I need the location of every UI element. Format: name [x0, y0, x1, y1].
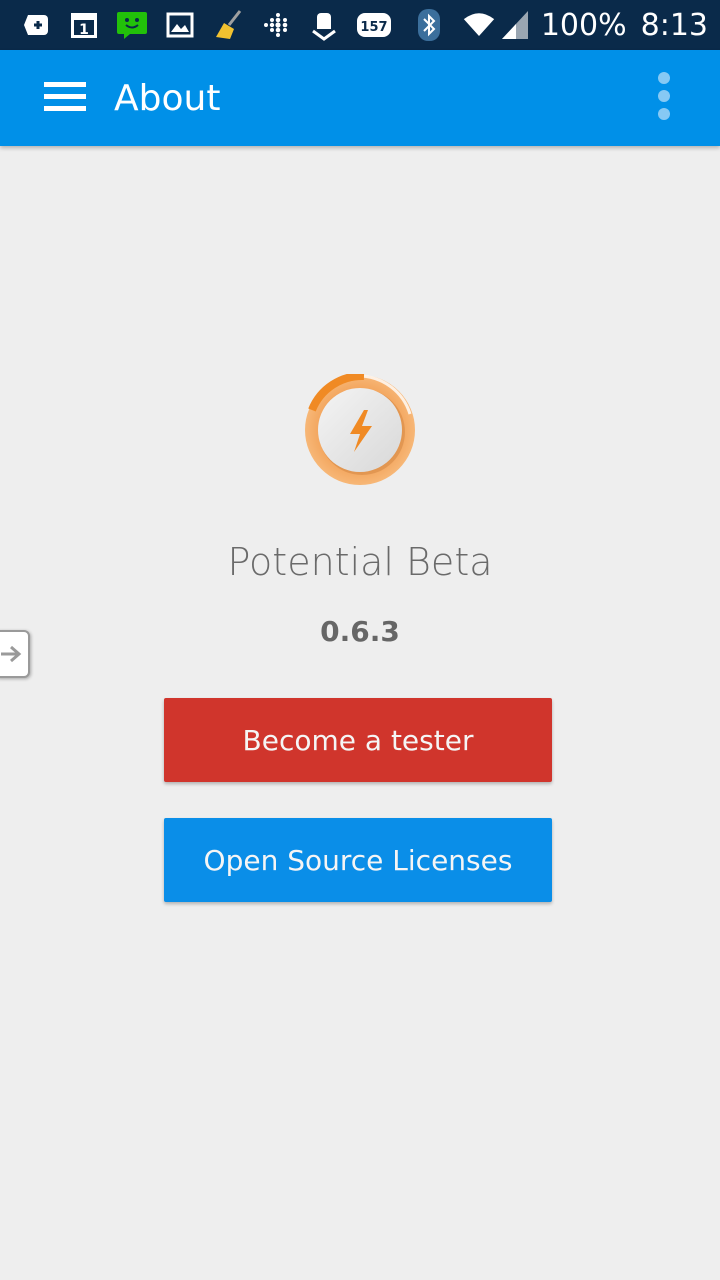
app-name: Potential Beta [227, 540, 493, 584]
become-tester-button[interactable]: Become a tester [164, 698, 552, 782]
more-options-icon[interactable] [652, 72, 676, 126]
notification-icons: 1 157 [20, 9, 408, 41]
bluetooth-icon [413, 9, 445, 41]
app-bar: About [0, 50, 720, 146]
battery-level: 100% [540, 7, 627, 43]
add-box-icon [20, 9, 52, 41]
menu-icon[interactable] [44, 82, 86, 114]
cleaner-icon [212, 9, 244, 41]
open-source-licenses-button[interactable]: Open Source Licenses [164, 818, 552, 902]
page-title: About [114, 78, 221, 119]
android-download-icon [308, 9, 340, 41]
fitbit-icon [260, 9, 292, 41]
wifi-icon [463, 9, 495, 41]
clock: 8:13 [640, 7, 708, 43]
app-logo [304, 371, 416, 486]
message-icon [116, 9, 148, 41]
badge-count: 157 [360, 20, 387, 35]
signal-icon [499, 9, 531, 41]
calendar-icon: 1 [68, 9, 100, 41]
status-bar: 1 157 100% 8:13 [0, 0, 720, 50]
calendar-day: 1 [79, 22, 89, 38]
app-version: 0.6.3 [320, 615, 400, 648]
badge-icon: 157 [356, 9, 392, 41]
gallery-icon [164, 9, 196, 41]
system-status: 100% 8:13 [413, 0, 708, 50]
